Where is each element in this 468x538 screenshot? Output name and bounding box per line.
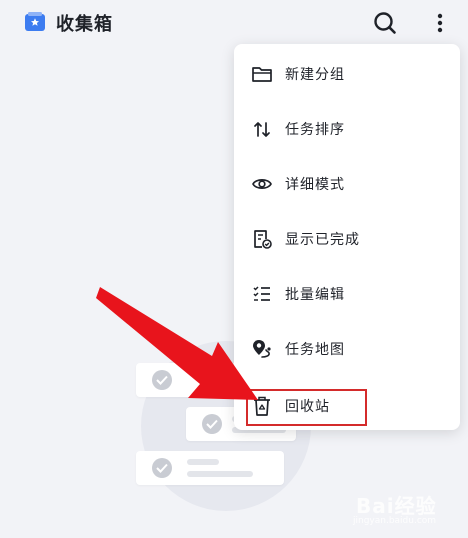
top-bar: 收集箱 [0,0,468,46]
menu-item-new-group[interactable]: 新建分组 [234,51,460,97]
menu-item-detail-mode[interactable]: 详细模式 [234,161,460,207]
placeholder-line [187,459,219,465]
inbox-star-icon [25,12,45,31]
menu-item-batch-edit[interactable]: 批量编辑 [234,271,460,317]
more-options-menu: 新建分组 任务排序 详细模式 显示已完成 批量编辑 任务地图 回收站 [234,44,460,430]
menu-item-label: 任务地图 [285,342,345,358]
folder-icon [252,67,272,82]
check-circle-icon [202,414,222,434]
watermark-url: jingyan.baidu.com [353,516,437,526]
placeholder-line [187,471,253,477]
completed-doc-icon [254,230,272,249]
more-vertical-icon[interactable] [430,12,450,34]
sort-arrows-icon [254,122,270,137]
menu-item-label: 批量编辑 [285,287,345,303]
page-title: 收集箱 [56,14,113,35]
search-icon[interactable] [373,11,397,35]
menu-item-show-completed[interactable]: 显示已完成 [234,216,460,262]
menu-item-label: 任务排序 [285,122,345,138]
check-circle-icon [152,370,172,390]
empty-state-card [136,451,284,485]
menu-item-label: 详细模式 [285,177,345,193]
empty-state-card [136,363,236,397]
menu-item-task-map[interactable]: 任务地图 [234,326,460,372]
map-pin-icon [253,340,271,358]
check-circle-icon [152,458,172,478]
menu-item-label: 新建分组 [285,67,345,83]
checklist-icon [253,286,270,301]
menu-item-sort-tasks[interactable]: 任务排序 [234,106,460,152]
baidu-jingyan-watermark: Bai经验 jingyan.baidu.com [351,486,461,534]
eye-icon [252,179,272,189]
annotation-highlight-box [246,389,367,426]
watermark-text: Bai经验 [356,494,437,518]
menu-item-label: 显示已完成 [285,232,360,248]
